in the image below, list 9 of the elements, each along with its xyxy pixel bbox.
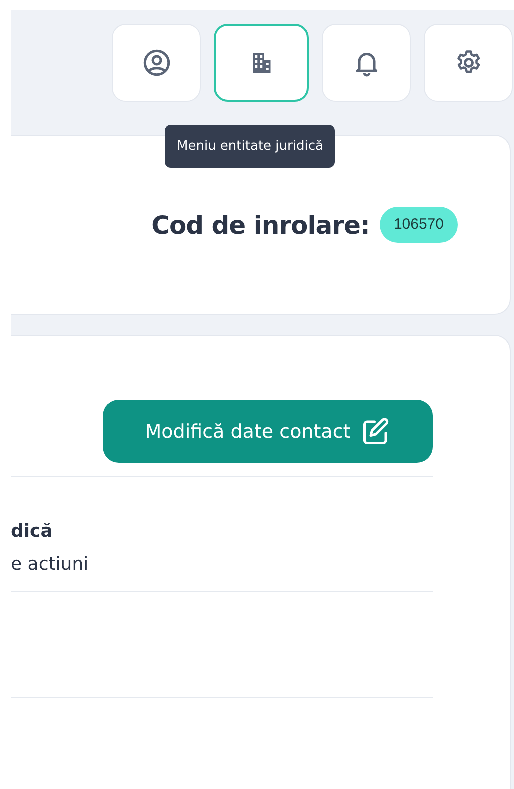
- edit-icon: [360, 416, 391, 446]
- user-icon: [142, 48, 172, 78]
- edit-contact-button[interactable]: Modifică date contact: [103, 400, 433, 463]
- tooltip: Meniu entitate juridică: [165, 125, 336, 168]
- enrollment-code: 106570: [380, 207, 458, 243]
- section-subtitle: e actiuni: [11, 554, 90, 575]
- enrollment-label: Cod de inrolare:: [152, 210, 370, 240]
- section-title: dică: [11, 521, 54, 542]
- toolbar-button[interactable]: [214, 24, 309, 102]
